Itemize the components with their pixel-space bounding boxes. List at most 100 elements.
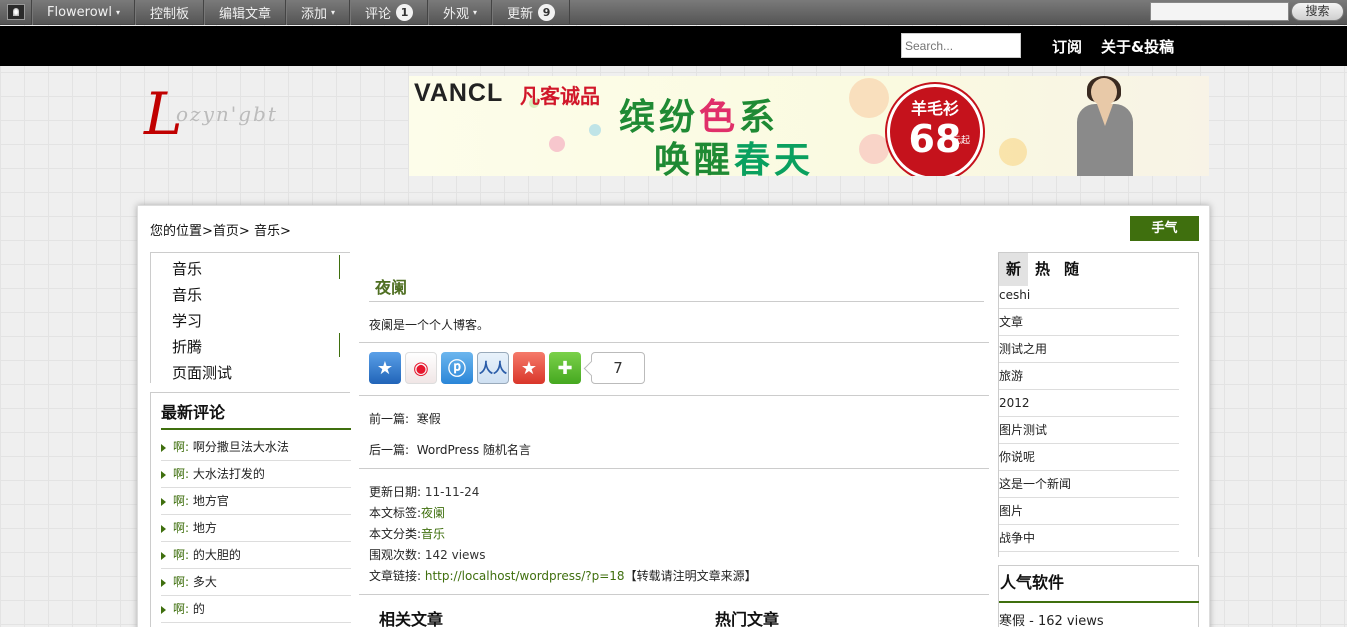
permalink[interactable]: http://localhost/wordpress/?p=18 (425, 569, 625, 583)
comment-author: 啊: (173, 575, 190, 589)
updates-count-badge: 9 (538, 3, 556, 21)
comment-text: 大水法打发的 (189, 467, 265, 481)
popular-title: 人气软件 (1000, 573, 1065, 592)
post-body: 夜阑是一个个人博客。 (369, 318, 490, 332)
banner-model-body (1077, 104, 1133, 176)
sidebar-post-link[interactable]: 2012 (999, 390, 1179, 417)
site-header: 订阅 关于&投稿 (0, 26, 1347, 66)
banner-bubble (859, 134, 889, 164)
wordpress-logo-icon[interactable] (0, 0, 32, 25)
meta-label: 本文分类: (369, 527, 422, 541)
adminbar-edit-label: 编辑文章 (218, 6, 271, 22)
people-icon: 人人 (479, 361, 507, 377)
banner-bubble (999, 138, 1027, 166)
comment-item[interactable]: 啊: 大水法打发的 (161, 461, 351, 488)
comment-text: 地方官 (189, 494, 229, 508)
share-weibo-icon[interactable]: ◉ (405, 352, 437, 384)
comment-text: 多大 (189, 575, 217, 589)
share-more-icon[interactable]: ✚ (549, 352, 581, 384)
hot-posts-title: 热门文章 (715, 610, 780, 627)
share-favorite-icon[interactable]: ★ (513, 352, 545, 384)
category-divider (339, 333, 340, 357)
divider (359, 342, 989, 343)
sidebar-post-link[interactable]: 这是一个新闻 (999, 471, 1179, 498)
breadcrumb-category-link[interactable]: 音乐 (254, 224, 280, 239)
divider (369, 301, 984, 302)
content-panel: 您的位置>首页> 音乐> 手气 音乐 音乐 学习 折腾 页面测试 最新评论 啊:… (137, 205, 1210, 627)
comment-item[interactable]: 啊: 多大 (161, 569, 351, 596)
next-post: 后一篇: WordPress 随机名言 (369, 441, 531, 458)
adminbar-search-button[interactable]: 搜索 (1291, 2, 1344, 21)
category-item-study[interactable]: 学习 (172, 310, 202, 331)
meta-label: 更新日期: (369, 485, 422, 499)
comment-item[interactable]: 啊: 啊分撒旦法大水法 (161, 434, 351, 461)
comment-author: 啊: (173, 548, 190, 562)
post-title[interactable]: 夜阑 (375, 274, 407, 298)
breadcrumb-sep: > (238, 224, 254, 239)
plus-icon: ✚ (557, 357, 573, 379)
meta-note: 【转载请注明文章来源】 (624, 569, 757, 583)
divider (359, 468, 989, 469)
comment-item[interactable]: 啊: 的大胆的 (161, 542, 351, 569)
comment-author: 啊: (173, 440, 190, 454)
adminbar-item-site[interactable]: Flowerowl ▾ (32, 0, 135, 25)
category-item-music-2[interactable]: 音乐 (172, 284, 202, 305)
breadcrumb-home-link[interactable]: 首页 (213, 224, 239, 239)
share-pinterest-icon[interactable]: ⓟ (441, 352, 473, 384)
prev-post-link[interactable]: 寒假 (417, 412, 441, 426)
breadcrumb-prefix: 您的位置> (150, 224, 213, 239)
adminbar-item-dashboard[interactable]: 控制板 (134, 0, 204, 25)
share-count: 7 (591, 352, 645, 384)
divider (359, 395, 989, 396)
lucky-button[interactable]: 手气 (1130, 216, 1199, 241)
adminbar-item-edit-post[interactable]: 编辑文章 (203, 0, 286, 25)
share-bar: ★ ◉ ⓟ 人人 ★ ✚ 7 (369, 352, 645, 384)
divider (359, 594, 989, 595)
share-renren-icon[interactable]: 人人 (477, 352, 509, 384)
comment-item[interactable]: 啊: 地方官 (161, 488, 351, 515)
about-link[interactable]: 关于&投稿 (1101, 36, 1174, 57)
sidebar-post-link[interactable]: 测试之用 (999, 336, 1179, 363)
comment-item[interactable]: 啊: 地方 (161, 515, 351, 542)
category-item-tinker[interactable]: 折腾 (172, 336, 202, 357)
p-icon: ⓟ (448, 359, 466, 380)
adminbar-search-input[interactable] (1150, 2, 1289, 21)
ad-banner[interactable]: VANCL 凡客诚品 缤纷色系 唤醒春天 羊毛衫 68 元起 (409, 76, 1209, 176)
recent-comments-title: 最新评论 (161, 403, 226, 422)
next-post-link[interactable]: WordPress 随机名言 (417, 443, 531, 457)
category-link[interactable]: 音乐 (421, 527, 445, 541)
meta-link: 文章链接: http://localhost/wordpress/?p=18【转… (369, 567, 757, 584)
star-icon: ★ (376, 357, 394, 379)
site-search-input[interactable] (901, 33, 1021, 58)
category-list: 音乐 音乐 学习 折腾 页面测试 (150, 252, 350, 383)
weibo-icon: ◉ (413, 357, 429, 379)
tag-link[interactable]: 夜阑 (421, 506, 445, 520)
sidebar-post-link[interactable]: 图片 (999, 498, 1179, 525)
recent-comments-widget: 最新评论 啊: 啊分撒旦法大水法 啊: 大水法打发的 啊: 地方官 啊: 地方 … (150, 392, 351, 627)
adminbar-updates-label: 更新 (507, 6, 534, 22)
sidebar-post-link[interactable]: ceshi (999, 282, 1179, 309)
sidebar-post-link[interactable]: 你说呢 (999, 444, 1179, 471)
comment-author: 啊: (173, 494, 190, 508)
adminbar-add-label: 添加 (300, 6, 327, 22)
badge-title: 羊毛衫 (910, 99, 959, 118)
popular-item[interactable]: 寒假 - 162 views (999, 610, 1104, 627)
share-qzone-icon[interactable]: ★ (369, 352, 401, 384)
adminbar-item-add[interactable]: 添加 ▾ (285, 0, 351, 25)
sidebar-post-link[interactable]: 旅游 (999, 363, 1179, 390)
category-item-page-test[interactable]: 页面测试 (172, 362, 232, 383)
comment-item[interactable]: 啊: 的 (161, 596, 351, 623)
adminbar-item-comments[interactable]: 评论 1 (350, 0, 429, 25)
banner-text: 唤醒 (654, 140, 735, 176)
category-item-music[interactable]: 音乐 (172, 258, 202, 279)
admin-bar: Flowerowl ▾ 控制板 编辑文章 添加 ▾ 评论 1 外观 ▾ 更新 9 搜索 (0, 0, 1347, 25)
chevron-down-icon: ▾ (473, 7, 478, 17)
sidebar-post-link[interactable]: 图片测试 (999, 417, 1179, 444)
sidebar-post-link[interactable]: 文章 (999, 309, 1179, 336)
subscribe-link[interactable]: 订阅 (1052, 36, 1082, 57)
adminbar-item-appearance[interactable]: 外观 ▾ (428, 0, 493, 25)
badge-unit: 元起 (951, 136, 970, 146)
sidebar-post-link[interactable]: 战争中 (999, 525, 1179, 552)
site-logo[interactable]: L ozyn'gbt (140, 80, 300, 150)
adminbar-item-updates[interactable]: 更新 9 (492, 0, 571, 25)
